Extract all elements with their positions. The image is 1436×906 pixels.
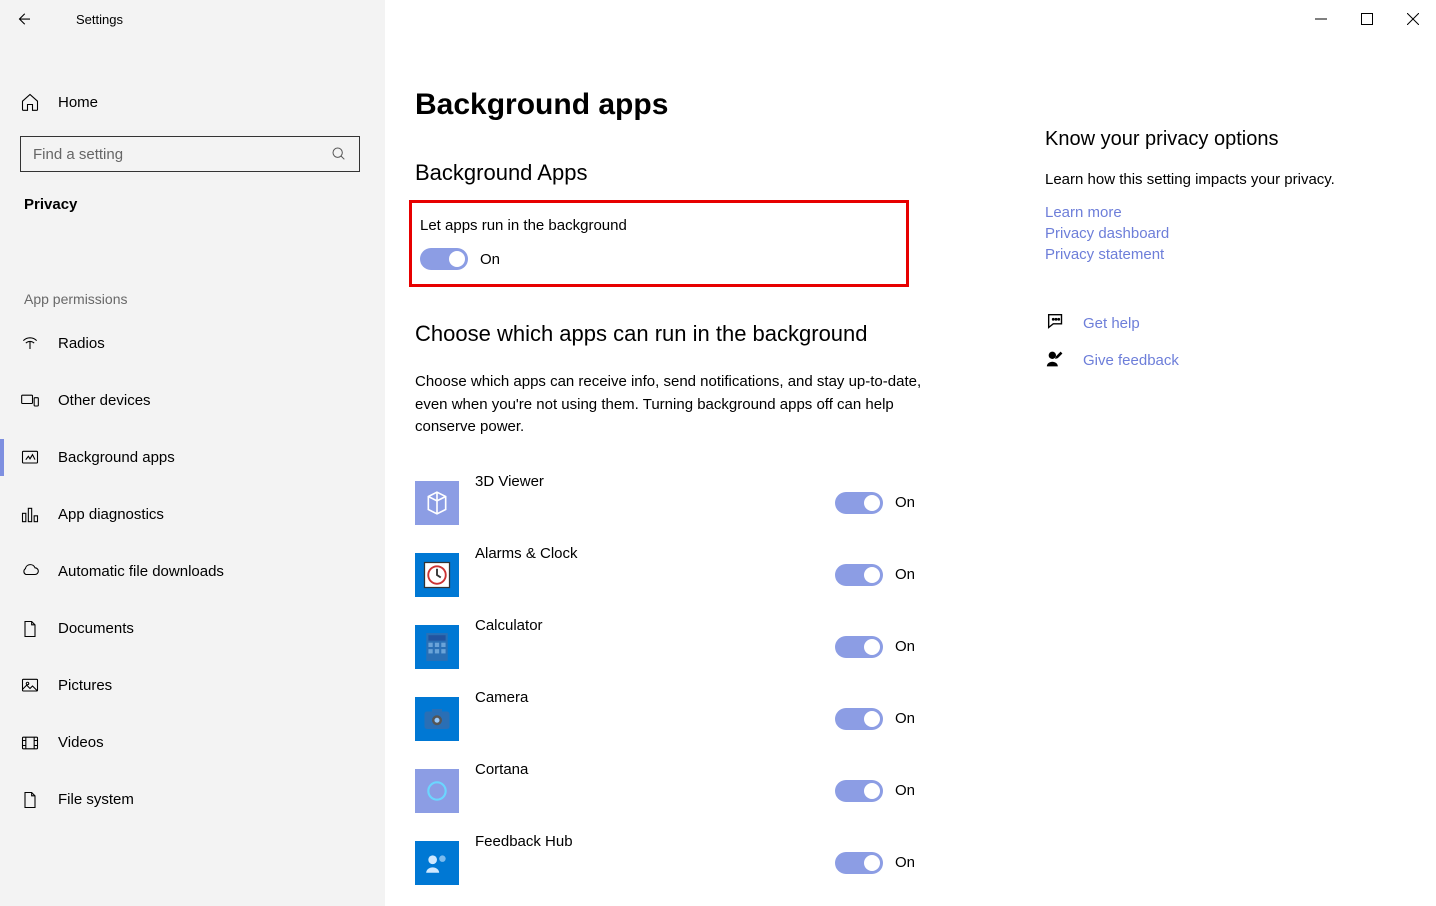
app-name: Calculator (475, 611, 835, 634)
home-icon (20, 92, 40, 112)
sidebar-item-label: Other devices (58, 392, 151, 409)
other-devices-icon (20, 391, 40, 411)
master-toggle[interactable] (420, 248, 468, 270)
back-arrow-icon (15, 10, 33, 28)
minimize-button[interactable] (1298, 0, 1344, 38)
sidebar: Home Privacy App permissions Radios Othe… (0, 38, 385, 906)
app-icon (415, 553, 459, 597)
cloud-download-icon (20, 562, 40, 582)
choose-heading: Choose which apps can run in the backgro… (415, 321, 1045, 347)
minimize-icon (1315, 13, 1327, 25)
app-toggle[interactable] (835, 708, 883, 730)
app-toggle[interactable] (835, 852, 883, 874)
pictures-icon (20, 676, 40, 696)
section-heading: Background Apps (415, 160, 1045, 186)
privacy-desc: Learn how this setting impacts your priv… (1045, 169, 1396, 192)
main-content: Background apps Background Apps Let apps… (385, 38, 1436, 906)
sidebar-category: Privacy (0, 172, 385, 221)
app-name: Feedback Hub (475, 827, 835, 850)
background-apps-icon (20, 448, 40, 468)
app-icon (415, 769, 459, 813)
videos-icon (20, 733, 40, 753)
sidebar-item-label: Pictures (58, 677, 112, 694)
file-system-icon (20, 790, 40, 810)
documents-icon (20, 619, 40, 639)
titlebar: Settings (0, 0, 1436, 38)
app-icon (415, 481, 459, 525)
info-panel: Know your privacy options Learn how this… (1045, 88, 1396, 906)
app-toggle-state: On (895, 494, 915, 511)
sidebar-home[interactable]: Home (0, 78, 385, 126)
search-input[interactable] (33, 146, 331, 163)
close-button[interactable] (1390, 0, 1436, 38)
maximize-button[interactable] (1344, 0, 1390, 38)
maximize-icon (1361, 13, 1373, 25)
master-toggle-label: Let apps run in the background (414, 217, 896, 234)
app-toggle-state: On (895, 638, 915, 655)
app-toggle[interactable] (835, 492, 883, 514)
give-feedback-link[interactable]: Give feedback (1083, 352, 1179, 369)
sidebar-home-label: Home (58, 94, 98, 111)
privacy-dashboard-link[interactable]: Privacy dashboard (1045, 225, 1396, 242)
sidebar-section-label: App permissions (0, 221, 385, 315)
page-title: Background apps (415, 88, 1045, 122)
give-feedback-icon (1045, 348, 1067, 373)
sidebar-item-label: Radios (58, 335, 105, 352)
sidebar-item-automatic-file-downloads[interactable]: Automatic file downloads (0, 543, 385, 600)
app-row: Feedback Hub On (415, 827, 945, 899)
sidebar-item-pictures[interactable]: Pictures (0, 657, 385, 714)
sidebar-item-app-diagnostics[interactable]: App diagnostics (0, 486, 385, 543)
close-icon (1407, 13, 1419, 25)
app-icon (415, 697, 459, 741)
sidebar-item-label: Automatic file downloads (58, 563, 224, 580)
sidebar-item-documents[interactable]: Documents (0, 600, 385, 657)
app-toggle[interactable] (835, 780, 883, 802)
app-toggle-state: On (895, 854, 915, 871)
app-row: 3D Viewer On (415, 467, 945, 539)
sidebar-item-file-system[interactable]: File system (0, 771, 385, 828)
sidebar-item-videos[interactable]: Videos (0, 714, 385, 771)
back-button[interactable] (0, 0, 48, 38)
privacy-heading: Know your privacy options (1045, 128, 1396, 151)
sidebar-item-label: Documents (58, 620, 134, 637)
search-box[interactable] (20, 136, 360, 172)
sidebar-item-label: File system (58, 791, 134, 808)
window-title: Settings (76, 12, 123, 27)
app-toggle-state: On (895, 782, 915, 799)
app-list: 3D ViewerOnAlarms & ClockOnCalculatorOnC… (415, 467, 1045, 899)
highlight-box: Let apps run in the background On (409, 200, 909, 287)
sidebar-item-label: App diagnostics (58, 506, 164, 523)
sidebar-item-other-devices[interactable]: Other devices (0, 372, 385, 429)
choose-description: Choose which apps can receive info, send… (415, 371, 945, 439)
sidebar-item-radios[interactable]: Radios (0, 315, 385, 372)
app-name: Cortana (475, 755, 835, 778)
app-icon (415, 625, 459, 669)
search-icon (331, 146, 347, 162)
get-help-link[interactable]: Get help (1083, 315, 1140, 332)
app-icon (415, 841, 459, 885)
app-row: Camera On (415, 683, 945, 755)
app-diagnostics-icon (20, 505, 40, 525)
sidebar-item-label: Background apps (58, 449, 175, 466)
app-toggle-state: On (895, 710, 915, 727)
sidebar-item-label: Videos (58, 734, 104, 751)
sidebar-item-background-apps[interactable]: Background apps (0, 429, 385, 486)
learn-more-link[interactable]: Learn more (1045, 204, 1396, 221)
app-toggle-state: On (895, 566, 915, 583)
app-row: Calculator On (415, 611, 945, 683)
get-help-icon (1045, 311, 1067, 336)
app-toggle[interactable] (835, 636, 883, 658)
app-name: Alarms & Clock (475, 539, 835, 562)
master-toggle-state: On (480, 251, 500, 268)
app-row: Alarms & Clock On (415, 539, 945, 611)
app-name: Camera (475, 683, 835, 706)
window-controls (1298, 0, 1436, 38)
privacy-statement-link[interactable]: Privacy statement (1045, 246, 1396, 263)
radios-icon (20, 334, 40, 354)
app-name: 3D Viewer (475, 467, 835, 490)
app-toggle[interactable] (835, 564, 883, 586)
app-row: Cortana On (415, 755, 945, 827)
